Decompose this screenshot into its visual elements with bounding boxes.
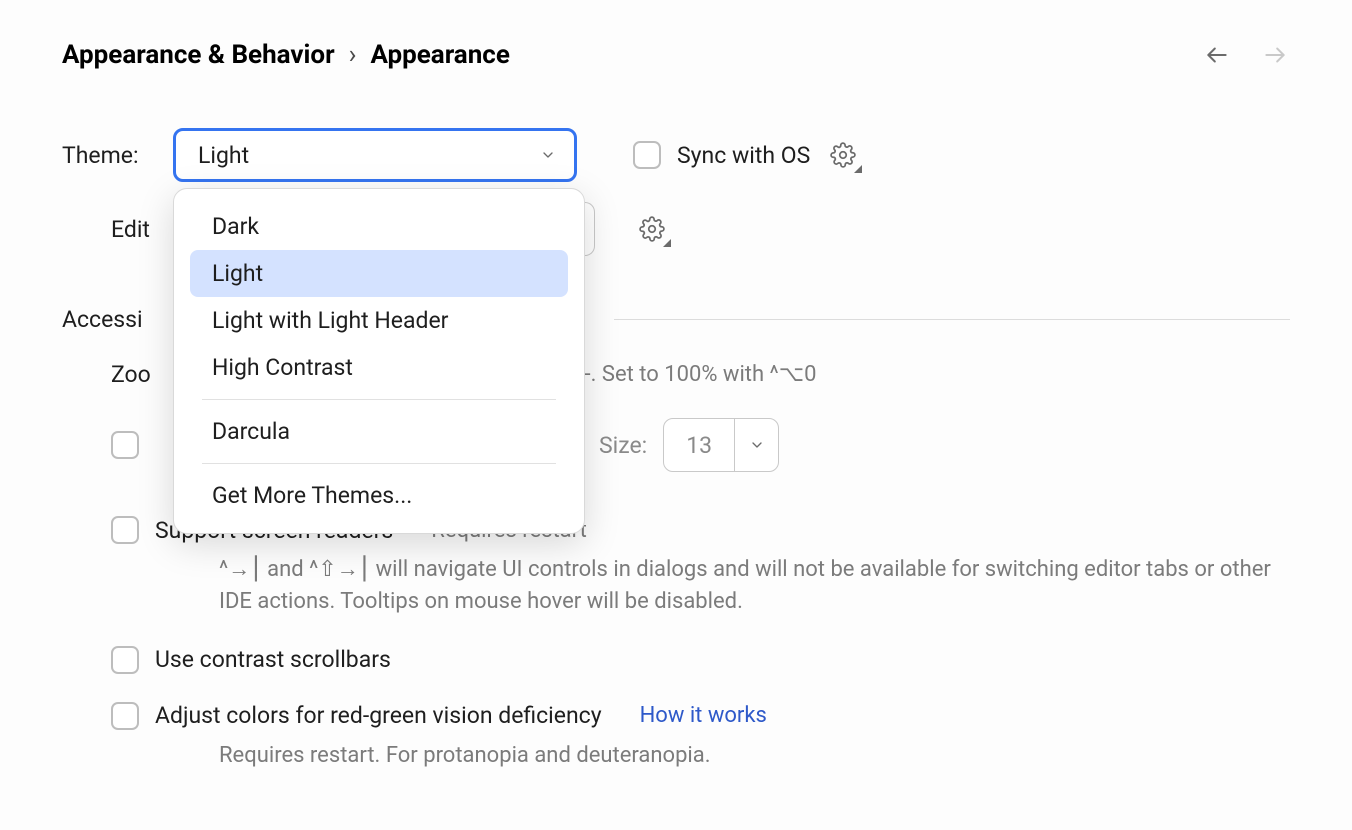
accessibility-section-title-partial: Accessi [62, 306, 157, 333]
rg-deficiency-help: Requires restart. For protanopia and deu… [219, 740, 1290, 772]
theme-label: Theme: [62, 142, 157, 169]
editor-scheme-label-partial: Edit [111, 216, 159, 243]
chevron-down-icon[interactable] [734, 419, 778, 471]
back-button[interactable] [1202, 40, 1232, 70]
sync-with-os-checkbox[interactable] [633, 141, 661, 169]
how-it-works-link[interactable]: How it works [640, 703, 767, 728]
font-size-value: 13 [664, 432, 734, 459]
theme-option-light[interactable]: Light [190, 250, 568, 297]
theme-option-darcula[interactable]: Darcula [190, 408, 568, 455]
contrast-scrollbars-checkbox[interactable] [111, 646, 139, 674]
zoom-label-partial: Zoo [111, 361, 161, 388]
section-divider [614, 319, 1290, 320]
theme-option-light-header[interactable]: Light with Light Header [190, 297, 568, 344]
dropdown-separator [202, 463, 556, 464]
theme-select[interactable]: Light [173, 128, 577, 182]
breadcrumb-current: Appearance [370, 40, 509, 70]
theme-option-high-contrast[interactable]: High Contrast [190, 344, 568, 391]
breadcrumb-separator: › [349, 40, 357, 70]
screen-readers-help: ^→⎮ and ^⇧→⎮ will navigate UI controls i… [219, 554, 1290, 618]
use-custom-font-checkbox[interactable] [111, 431, 139, 459]
contrast-scrollbars-label: Use contrast scrollbars [155, 646, 391, 673]
support-screen-readers-checkbox[interactable] [111, 516, 139, 544]
forward-button[interactable] [1260, 40, 1290, 70]
theme-option-more[interactable]: Get More Themes... [190, 472, 568, 519]
breadcrumb: Appearance & Behavior › Appearance [62, 40, 510, 70]
breadcrumb-parent[interactable]: Appearance & Behavior [62, 40, 335, 70]
rg-deficiency-label: Adjust colors for red-green vision defic… [155, 702, 602, 729]
editor-scheme-settings-button[interactable] [635, 212, 669, 246]
theme-option-dark[interactable]: Dark [190, 203, 568, 250]
sync-settings-button[interactable] [826, 138, 860, 172]
chevron-down-icon [540, 147, 556, 163]
dropdown-separator [202, 399, 556, 400]
font-size-input[interactable]: 13 [663, 418, 779, 472]
sync-with-os-label: Sync with OS [677, 142, 810, 169]
theme-select-value: Light [198, 142, 249, 169]
rg-deficiency-checkbox[interactable] [111, 702, 139, 730]
theme-dropdown: Dark Light Light with Light Header High … [173, 188, 585, 534]
size-label: Size: [599, 432, 647, 459]
